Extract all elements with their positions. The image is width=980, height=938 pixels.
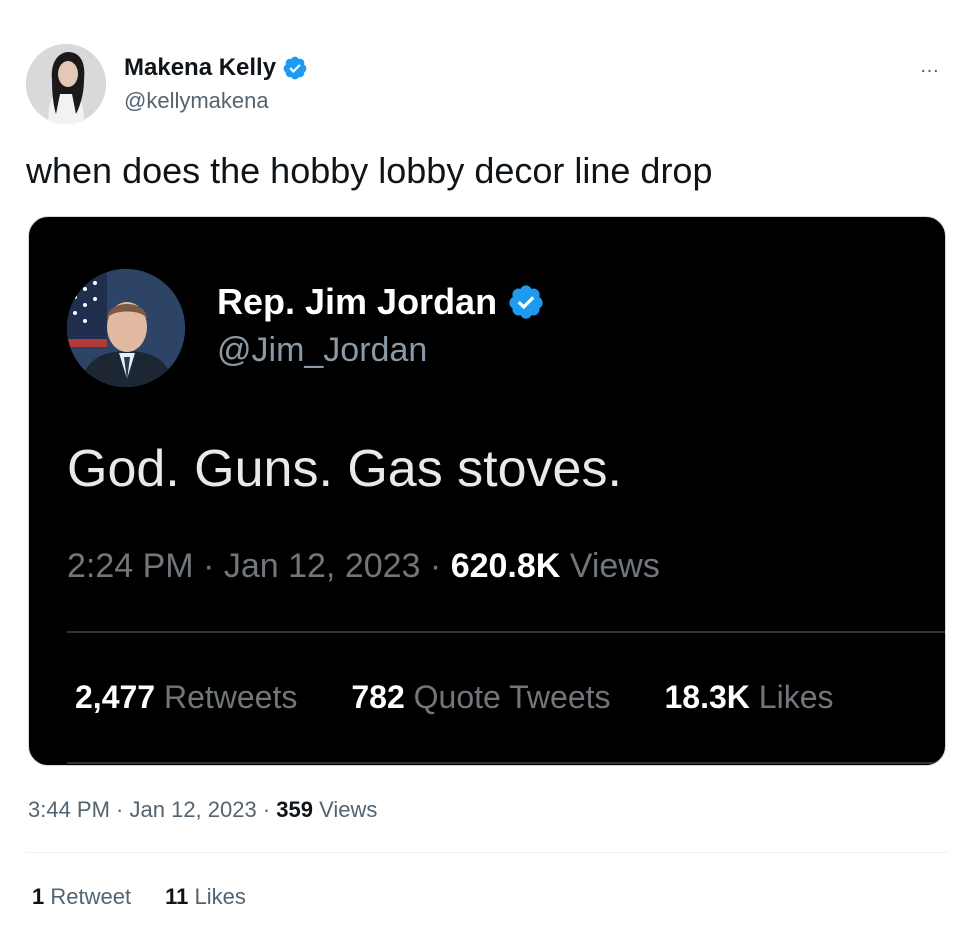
retweets-count: 1 (32, 884, 45, 909)
retweets-label: Retweet (44, 884, 132, 909)
author-name[interactable]: Makena Kelly (124, 54, 276, 82)
embedded-avatar-photo-icon (67, 269, 185, 387)
embedded-verified-badge-icon (507, 283, 545, 321)
embedded-tweet-image[interactable]: Rep. Jim Jordan @Jim_Jordan God. Guns. G… (28, 216, 946, 766)
retweets-stat[interactable]: 1 Retweet (32, 884, 131, 910)
tweet-text: when does the hobby lobby decor line dro… (26, 150, 713, 191)
meta-sep: · (256, 797, 277, 822)
avatar-photo-icon (26, 44, 106, 124)
divider (26, 852, 948, 853)
embedded-avatar (67, 269, 185, 387)
embedded-tweet-text: God. Guns. Gas stoves. (67, 440, 622, 498)
embedded-retweets-stat: 2,477 Retweets (75, 679, 297, 716)
likes-label: Likes (188, 884, 246, 909)
tweet-stats: 1 Retweet 11 Likes (32, 884, 246, 910)
embedded-author-handle: @Jim_Jordan (217, 331, 428, 369)
likes-count: 11 (165, 884, 189, 909)
likes-stat[interactable]: 11 Likes (165, 884, 246, 910)
embedded-bottom-divider (67, 762, 945, 764)
embedded-quotes-label: Quote Tweets (404, 679, 611, 715)
embedded-retweets-count: 2,477 (75, 679, 156, 715)
embedded-meta-sep: · (420, 547, 451, 585)
tweet-meta: 3:44 PM · Jan 12, 2023 · 359 Views (28, 797, 377, 823)
embedded-retweets-label: Retweets (155, 679, 298, 715)
avatar[interactable] (26, 44, 106, 124)
views-count: 359 (276, 797, 314, 822)
embedded-tweet-stats: 2,477 Retweets 782 Quote Tweets 18.3K Li… (75, 679, 833, 716)
tweet-time[interactable]: 3:44 PM (28, 797, 110, 822)
embedded-likes-stat: 18.3K Likes (665, 679, 834, 716)
more-horizontal-icon[interactable]: … (914, 54, 946, 78)
embedded-date: Jan 12, 2023 (223, 547, 421, 585)
embedded-divider (67, 631, 945, 633)
embedded-views-count: 620.8K (450, 547, 561, 585)
tweet-date[interactable]: Jan 12, 2023 (130, 797, 257, 822)
embedded-quotes-count: 782 (351, 679, 405, 715)
embedded-likes-label: Likes (749, 679, 834, 715)
meta-sep: · (109, 797, 130, 822)
embedded-tweet-meta: 2:24 PM · Jan 12, 2023 · 620.8K Views (67, 547, 660, 586)
verified-badge-icon (282, 55, 308, 81)
embedded-quotes-stat: 782 Quote Tweets (351, 679, 610, 716)
author-handle[interactable]: @kellymakena (124, 88, 308, 114)
tweet-header: Makena Kelly @kellymakena … (26, 44, 956, 128)
embedded-time: 2:24 PM (67, 547, 194, 585)
embedded-meta-sep: · (193, 547, 224, 585)
views-label: Views (313, 797, 378, 822)
embedded-author-name: Rep. Jim Jordan (217, 281, 498, 322)
embedded-likes-count: 18.3K (664, 679, 750, 715)
embedded-views-label: Views (560, 547, 660, 585)
